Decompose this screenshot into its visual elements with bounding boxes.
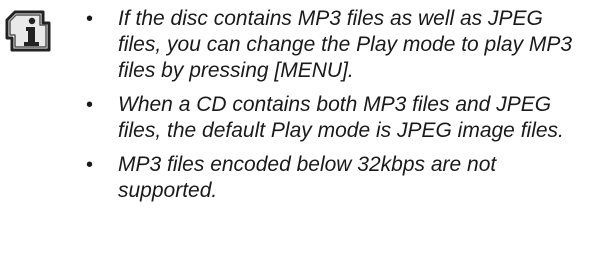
bullet: • [86, 94, 94, 116]
bullet: • [86, 154, 94, 176]
note-text: When a CD contains both MP3 files and JP… [118, 93, 564, 142]
note-text: MP3 files encoded below 32kbps are not s… [118, 153, 497, 202]
list-item: • MP3 files encoded below 32kbps are not… [84, 152, 584, 204]
note-text: If the disc contains MP3 files as well a… [118, 7, 573, 82]
list-item: • When a CD contains both MP3 files and … [84, 92, 584, 144]
bullet: • [86, 8, 94, 30]
list-item: • If the disc contains MP3 files as well… [84, 6, 584, 84]
info-icon [4, 8, 54, 54]
notes-list: • If the disc contains MP3 files as well… [84, 6, 584, 212]
